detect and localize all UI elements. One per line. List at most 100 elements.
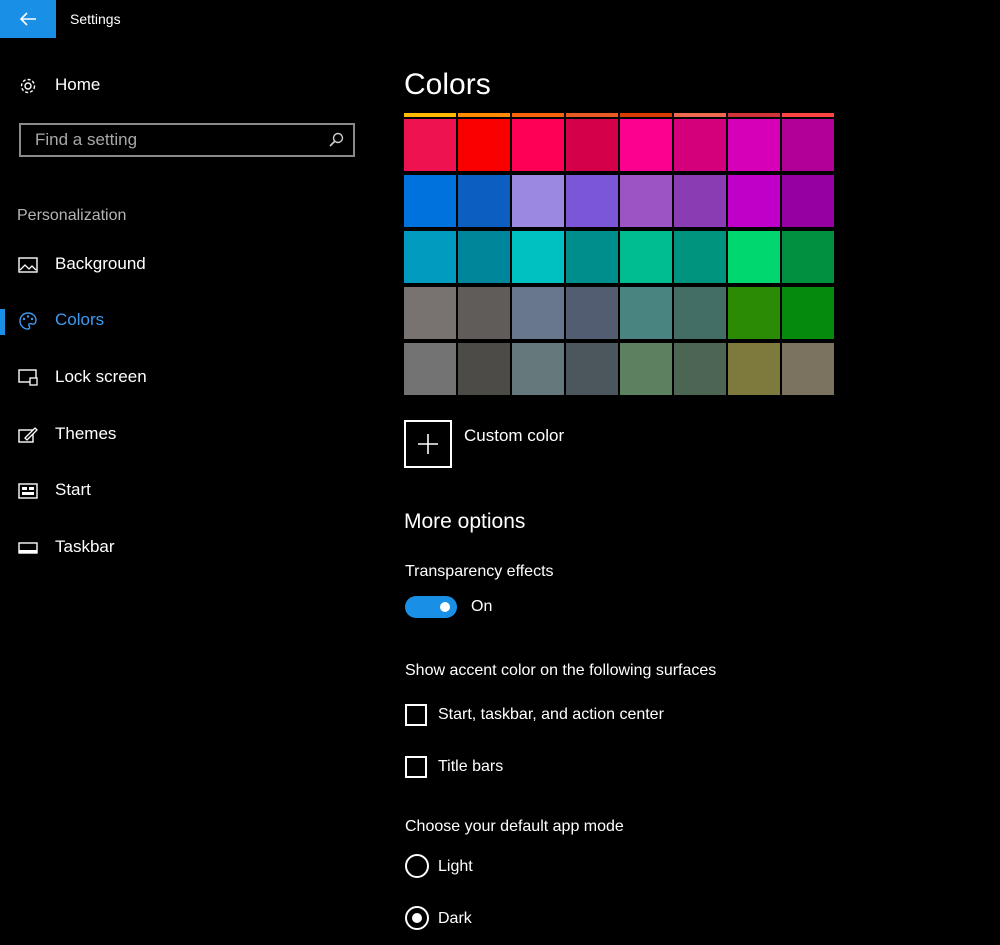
color-swatch[interactable] [566, 343, 618, 395]
sidebar: Home Personalization Background [0, 38, 380, 945]
color-swatch[interactable] [512, 175, 564, 227]
main-content: Colors Custom color More options Transpa… [380, 38, 1000, 945]
custom-color-button[interactable] [404, 420, 452, 468]
color-swatch[interactable] [728, 343, 780, 395]
transparency-label: Transparency effects [405, 563, 554, 580]
title-bar: Settings [0, 0, 1000, 38]
color-swatch[interactable] [728, 175, 780, 227]
accent-surfaces-label: Show accent color on the following surfa… [405, 662, 717, 679]
color-swatch[interactable] [674, 175, 726, 227]
color-swatch[interactable] [512, 343, 564, 395]
color-swatch[interactable] [728, 287, 780, 339]
color-swatch[interactable] [620, 175, 672, 227]
more-options-header: More options [404, 510, 526, 533]
color-swatch[interactable] [458, 343, 510, 395]
color-swatch[interactable] [512, 287, 564, 339]
sidebar-item-label: Home [55, 75, 101, 94]
color-swatch[interactable] [404, 119, 456, 171]
color-swatch[interactable] [782, 343, 834, 395]
color-swatch[interactable] [782, 175, 834, 227]
color-swatch[interactable] [458, 113, 510, 117]
sidebar-item-taskbar[interactable]: Taskbar [0, 528, 380, 568]
sidebar-item-label: Start [55, 480, 91, 499]
sidebar-item-label: Taskbar [55, 537, 115, 556]
color-swatch[interactable] [782, 119, 834, 171]
start-taskbar-checkbox[interactable] [405, 704, 427, 726]
color-swatch[interactable] [782, 231, 834, 283]
color-swatch[interactable] [566, 175, 618, 227]
color-swatch[interactable] [566, 113, 618, 117]
light-mode-label: Light [438, 858, 473, 875]
color-swatch[interactable] [458, 287, 510, 339]
sidebar-item-themes[interactable]: Themes [0, 415, 380, 455]
color-swatch[interactable] [512, 113, 564, 117]
toggle-state-label: On [471, 598, 493, 615]
sidebar-item-label: Themes [55, 424, 117, 443]
gear-icon [17, 76, 39, 96]
color-swatch[interactable] [404, 175, 456, 227]
color-swatch[interactable] [620, 113, 672, 117]
color-swatch[interactable] [458, 119, 510, 171]
light-mode-radio[interactable] [405, 854, 429, 878]
color-swatch[interactable] [674, 231, 726, 283]
color-swatch[interactable] [404, 113, 456, 117]
color-swatch[interactable] [620, 231, 672, 283]
color-swatch[interactable] [728, 113, 780, 117]
back-button[interactable] [0, 0, 56, 38]
color-swatch[interactable] [404, 287, 456, 339]
sidebar-item-start[interactable]: Start [0, 471, 380, 511]
title-bars-checkbox[interactable] [405, 756, 427, 778]
color-swatch[interactable] [458, 231, 510, 283]
transparency-toggle[interactable] [405, 596, 457, 618]
color-swatch[interactable] [728, 119, 780, 171]
page-title: Colors [404, 68, 491, 101]
image-icon [17, 255, 39, 275]
sidebar-item-label: Colors [55, 310, 105, 329]
sidebar-item-colors[interactable]: Colors [0, 301, 380, 341]
color-swatch[interactable] [674, 113, 726, 117]
start-taskbar-label: Start, taskbar, and action center [438, 706, 664, 723]
color-swatch[interactable] [782, 287, 834, 339]
sidebar-item-background[interactable]: Background [0, 245, 380, 285]
lock-screen-icon [17, 368, 39, 388]
start-icon [17, 481, 39, 501]
sidebar-item-label: Lock screen [55, 367, 147, 386]
color-swatch[interactable] [674, 119, 726, 171]
color-swatch[interactable] [566, 287, 618, 339]
custom-color-label: Custom color [464, 426, 565, 445]
color-swatch[interactable] [620, 343, 672, 395]
color-swatch[interactable] [620, 119, 672, 171]
taskbar-icon [17, 538, 39, 558]
color-swatch[interactable] [728, 231, 780, 283]
color-swatch[interactable] [458, 175, 510, 227]
color-swatch[interactable] [512, 231, 564, 283]
color-swatch[interactable] [404, 231, 456, 283]
section-header: Personalization [17, 207, 127, 224]
toggle-knob [440, 602, 450, 612]
color-swatch[interactable] [674, 343, 726, 395]
color-swatch[interactable] [674, 287, 726, 339]
sidebar-item-home[interactable]: Home [0, 66, 380, 106]
active-indicator [0, 309, 5, 335]
title-bars-label: Title bars [438, 758, 504, 775]
window-title: Settings [70, 11, 121, 27]
color-swatch[interactable] [512, 119, 564, 171]
search-input[interactable] [33, 129, 327, 151]
dark-mode-label: Dark [438, 910, 472, 927]
radio-selected-dot [412, 913, 422, 923]
color-swatch[interactable] [620, 287, 672, 339]
sidebar-item-label: Background [55, 254, 146, 273]
plus-icon [418, 434, 438, 454]
accent-color-grid [404, 119, 838, 399]
search-icon[interactable] [328, 132, 344, 153]
dark-mode-radio[interactable] [405, 906, 429, 930]
color-swatch[interactable] [566, 119, 618, 171]
sidebar-item-lock-screen[interactable]: Lock screen [0, 358, 380, 398]
app-mode-label: Choose your default app mode [405, 818, 624, 835]
palette-icon [17, 311, 39, 331]
arrow-left-icon [19, 12, 36, 26]
search-box[interactable] [19, 123, 355, 157]
color-swatch[interactable] [404, 343, 456, 395]
color-swatch[interactable] [782, 113, 834, 117]
color-swatch[interactable] [566, 231, 618, 283]
